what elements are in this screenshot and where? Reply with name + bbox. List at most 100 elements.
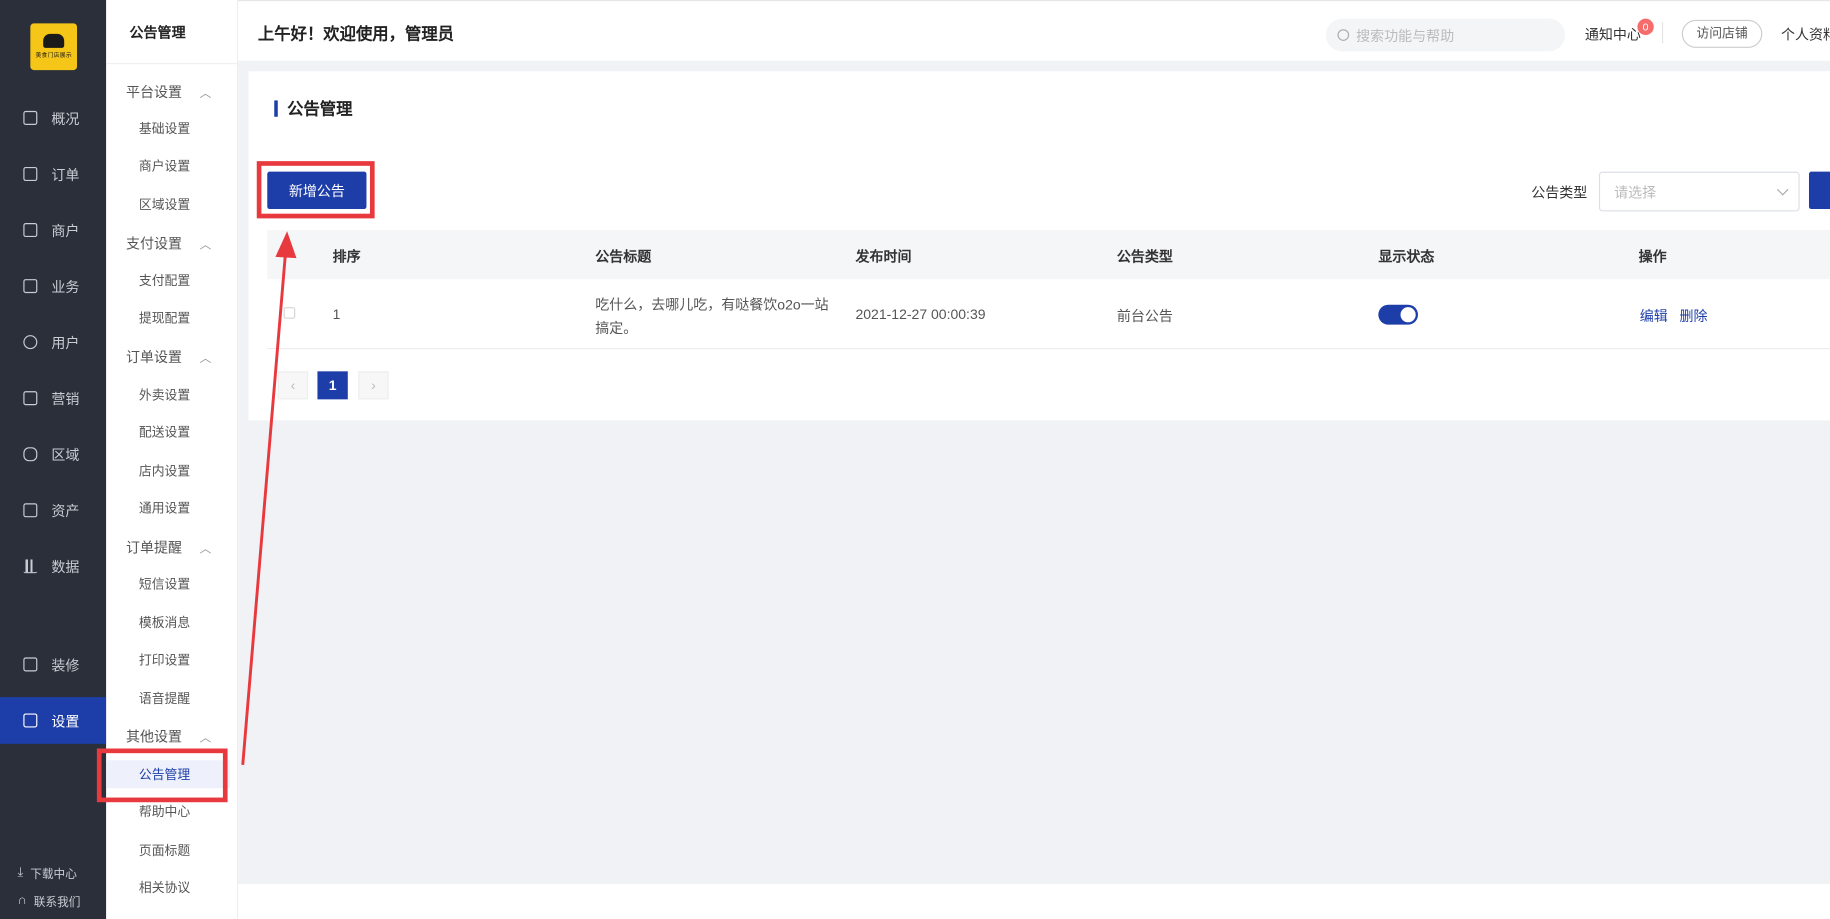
edit-link[interactable]: 编辑 — [1640, 306, 1668, 326]
submenu-item[interactable]: 配送设置 — [139, 420, 232, 443]
table-row: 1 吃什么，去哪儿吃，有哒餐饮o2o一站 搞定。 2021-12-27 00:0… — [267, 279, 1830, 350]
submenu-group-reminder[interactable]: 订单提醒 ︿ — [126, 535, 231, 558]
submenu-group-order[interactable]: 订单设置 ︿ — [126, 344, 231, 367]
nav-label: 数据 — [51, 558, 80, 576]
notification-center[interactable]: 通知中心 — [1585, 25, 1641, 45]
nav-item-business[interactable]: 业务 — [0, 263, 106, 310]
logo-text: 美食门店展示 — [35, 52, 72, 60]
chevron-up-icon: ︿ — [199, 542, 212, 556]
group-label: 其他设置 — [126, 728, 183, 745]
search-input[interactable]: 搜索功能与帮助 — [1325, 18, 1566, 52]
presentation-icon — [23, 110, 38, 125]
annotation-arrow-icon — [241, 231, 297, 765]
bar-chart-icon — [23, 559, 38, 574]
bag-icon — [23, 657, 38, 672]
cell-publish-time: 2021-12-27 00:00:39 — [855, 305, 986, 323]
nav-label: 营销 — [51, 390, 80, 407]
business-icon — [23, 279, 38, 294]
nav-item-users[interactable]: 用户 — [0, 319, 106, 366]
notification-badge: 0 — [1637, 18, 1654, 36]
download-icon: ⤓ — [17, 864, 24, 879]
submenu-item[interactable]: 语音提醒 — [139, 687, 232, 710]
chevron-up-icon: ︿ — [199, 731, 212, 745]
nav-label: 概况 — [51, 110, 80, 127]
announcement-type-select[interactable]: 请选择 — [1598, 171, 1800, 212]
highlight-box-add-button — [256, 161, 375, 219]
submenu-item[interactable]: 提现配置 — [139, 306, 232, 329]
header-divider — [1661, 22, 1664, 44]
column-header: 公告标题 — [595, 248, 652, 266]
submenu-item[interactable]: 打印设置 — [139, 648, 232, 671]
submenu-group-payment[interactable]: 支付设置 ︿ — [126, 231, 231, 254]
visit-store-button[interactable]: 访问店铺 — [1681, 19, 1763, 48]
table-header: 排序 公告标题 发布时间 公告类型 显示状态 操作 — [267, 230, 1830, 280]
group-label: 订单设置 — [126, 348, 183, 365]
page-title: 公告管理 — [274, 100, 352, 117]
submenu-item[interactable]: 通用设置 — [139, 496, 232, 519]
nav-label: 订单 — [51, 166, 80, 183]
nav-item-region[interactable]: 区域 — [0, 431, 106, 478]
order-icon — [23, 166, 38, 181]
download-center-link[interactable]: ⤓ 下载中心 — [0, 859, 106, 885]
announcement-card: 公告管理 新增公告 公告类型 请选择 排序 公告标题 发布时间 公告类型 显示状… — [248, 71, 1830, 421]
cell-title-line1: 吃什么，去哪儿吃，有哒餐饮o2o一站 — [595, 296, 829, 313]
status-toggle[interactable] — [1378, 304, 1419, 325]
column-header: 操作 — [1638, 248, 1667, 266]
nav-label: 装修 — [51, 656, 80, 674]
submenu-item[interactable]: 相关协议 — [139, 876, 232, 899]
submenu-item[interactable]: 商户设置 — [139, 154, 232, 177]
database-icon — [23, 447, 38, 462]
column-header: 公告类型 — [1116, 248, 1173, 266]
column-header: 排序 — [332, 248, 361, 266]
filter-type-label: 公告类型 — [1531, 184, 1588, 201]
column-header: 发布时间 — [855, 248, 912, 266]
submenu-group-other[interactable]: 其他设置 ︿ — [126, 724, 231, 747]
current-page-button[interactable]: 1 — [317, 371, 348, 400]
nav-label: 用户 — [51, 334, 80, 351]
submenu-item[interactable]: 短信设置 — [139, 572, 232, 595]
nav-item-settings[interactable]: 设置 — [0, 697, 107, 744]
search-icon — [1337, 29, 1350, 41]
column-header: 显示状态 — [1378, 248, 1435, 266]
headset-icon: ∩ — [17, 893, 27, 908]
download-label: 下载中心 — [30, 868, 77, 882]
group-label: 平台设置 — [126, 83, 183, 100]
nav-item-overview[interactable]: 概况 — [0, 95, 106, 142]
nav-label: 商户 — [51, 222, 80, 239]
nav-label: 区域 — [51, 446, 80, 464]
profile-link[interactable]: 个人资料 — [1781, 25, 1830, 45]
submenu-item[interactable]: 店内设置 — [139, 459, 232, 482]
contact-us-link[interactable]: ∩ 联系我们 — [0, 887, 106, 913]
nav-item-decorate[interactable]: 装修 — [0, 641, 106, 688]
select-placeholder: 请选择 — [1614, 183, 1657, 201]
search-button[interactable] — [1808, 171, 1830, 210]
cell-order: 1 — [332, 305, 341, 323]
nav-item-data[interactable]: 数据 — [0, 543, 106, 590]
nav-item-merchants[interactable]: 商户 — [0, 207, 106, 254]
nav-item-marketing[interactable]: 营销 — [0, 375, 106, 422]
group-label: 订单提醒 — [126, 538, 183, 556]
search-placeholder: 搜索功能与帮助 — [1356, 27, 1455, 44]
settings-icon — [23, 713, 38, 728]
greeting-text: 上午好！欢迎使用，管理员 — [257, 24, 454, 44]
top-header: 上午好！欢迎使用，管理员 搜索功能与帮助 通知中心 0 访问店铺 个人资料 — [238, 0, 1830, 61]
delete-link[interactable]: 删除 — [1679, 306, 1707, 326]
next-page-button[interactable]: › — [358, 371, 389, 400]
nav-item-orders[interactable]: 订单 — [0, 151, 106, 198]
submenu-item[interactable]: 区域设置 — [139, 193, 232, 216]
nav-label: 资产 — [51, 502, 80, 520]
submenu-item[interactable]: 外卖设置 — [139, 383, 232, 406]
submenu-item[interactable]: 页面标题 — [139, 838, 232, 861]
cell-type: 前台公告 — [1116, 308, 1173, 325]
submenu-item[interactable]: 模板消息 — [139, 611, 232, 634]
submenu-group-platform[interactable]: 平台设置 ︿ — [126, 79, 231, 102]
user-icon — [23, 335, 38, 350]
submenu-item[interactable]: 基础设置 — [139, 117, 232, 140]
app-logo: 美食门店展示 — [30, 23, 78, 71]
chevron-up-icon: ︿ — [199, 86, 212, 100]
nav-item-assets[interactable]: 资产 — [0, 487, 106, 534]
store-icon — [23, 223, 38, 238]
nav-label: 设置 — [51, 712, 80, 730]
submenu-item[interactable]: 支付配置 — [139, 269, 232, 292]
submenu-item[interactable]: 帮助中心 — [139, 800, 232, 823]
